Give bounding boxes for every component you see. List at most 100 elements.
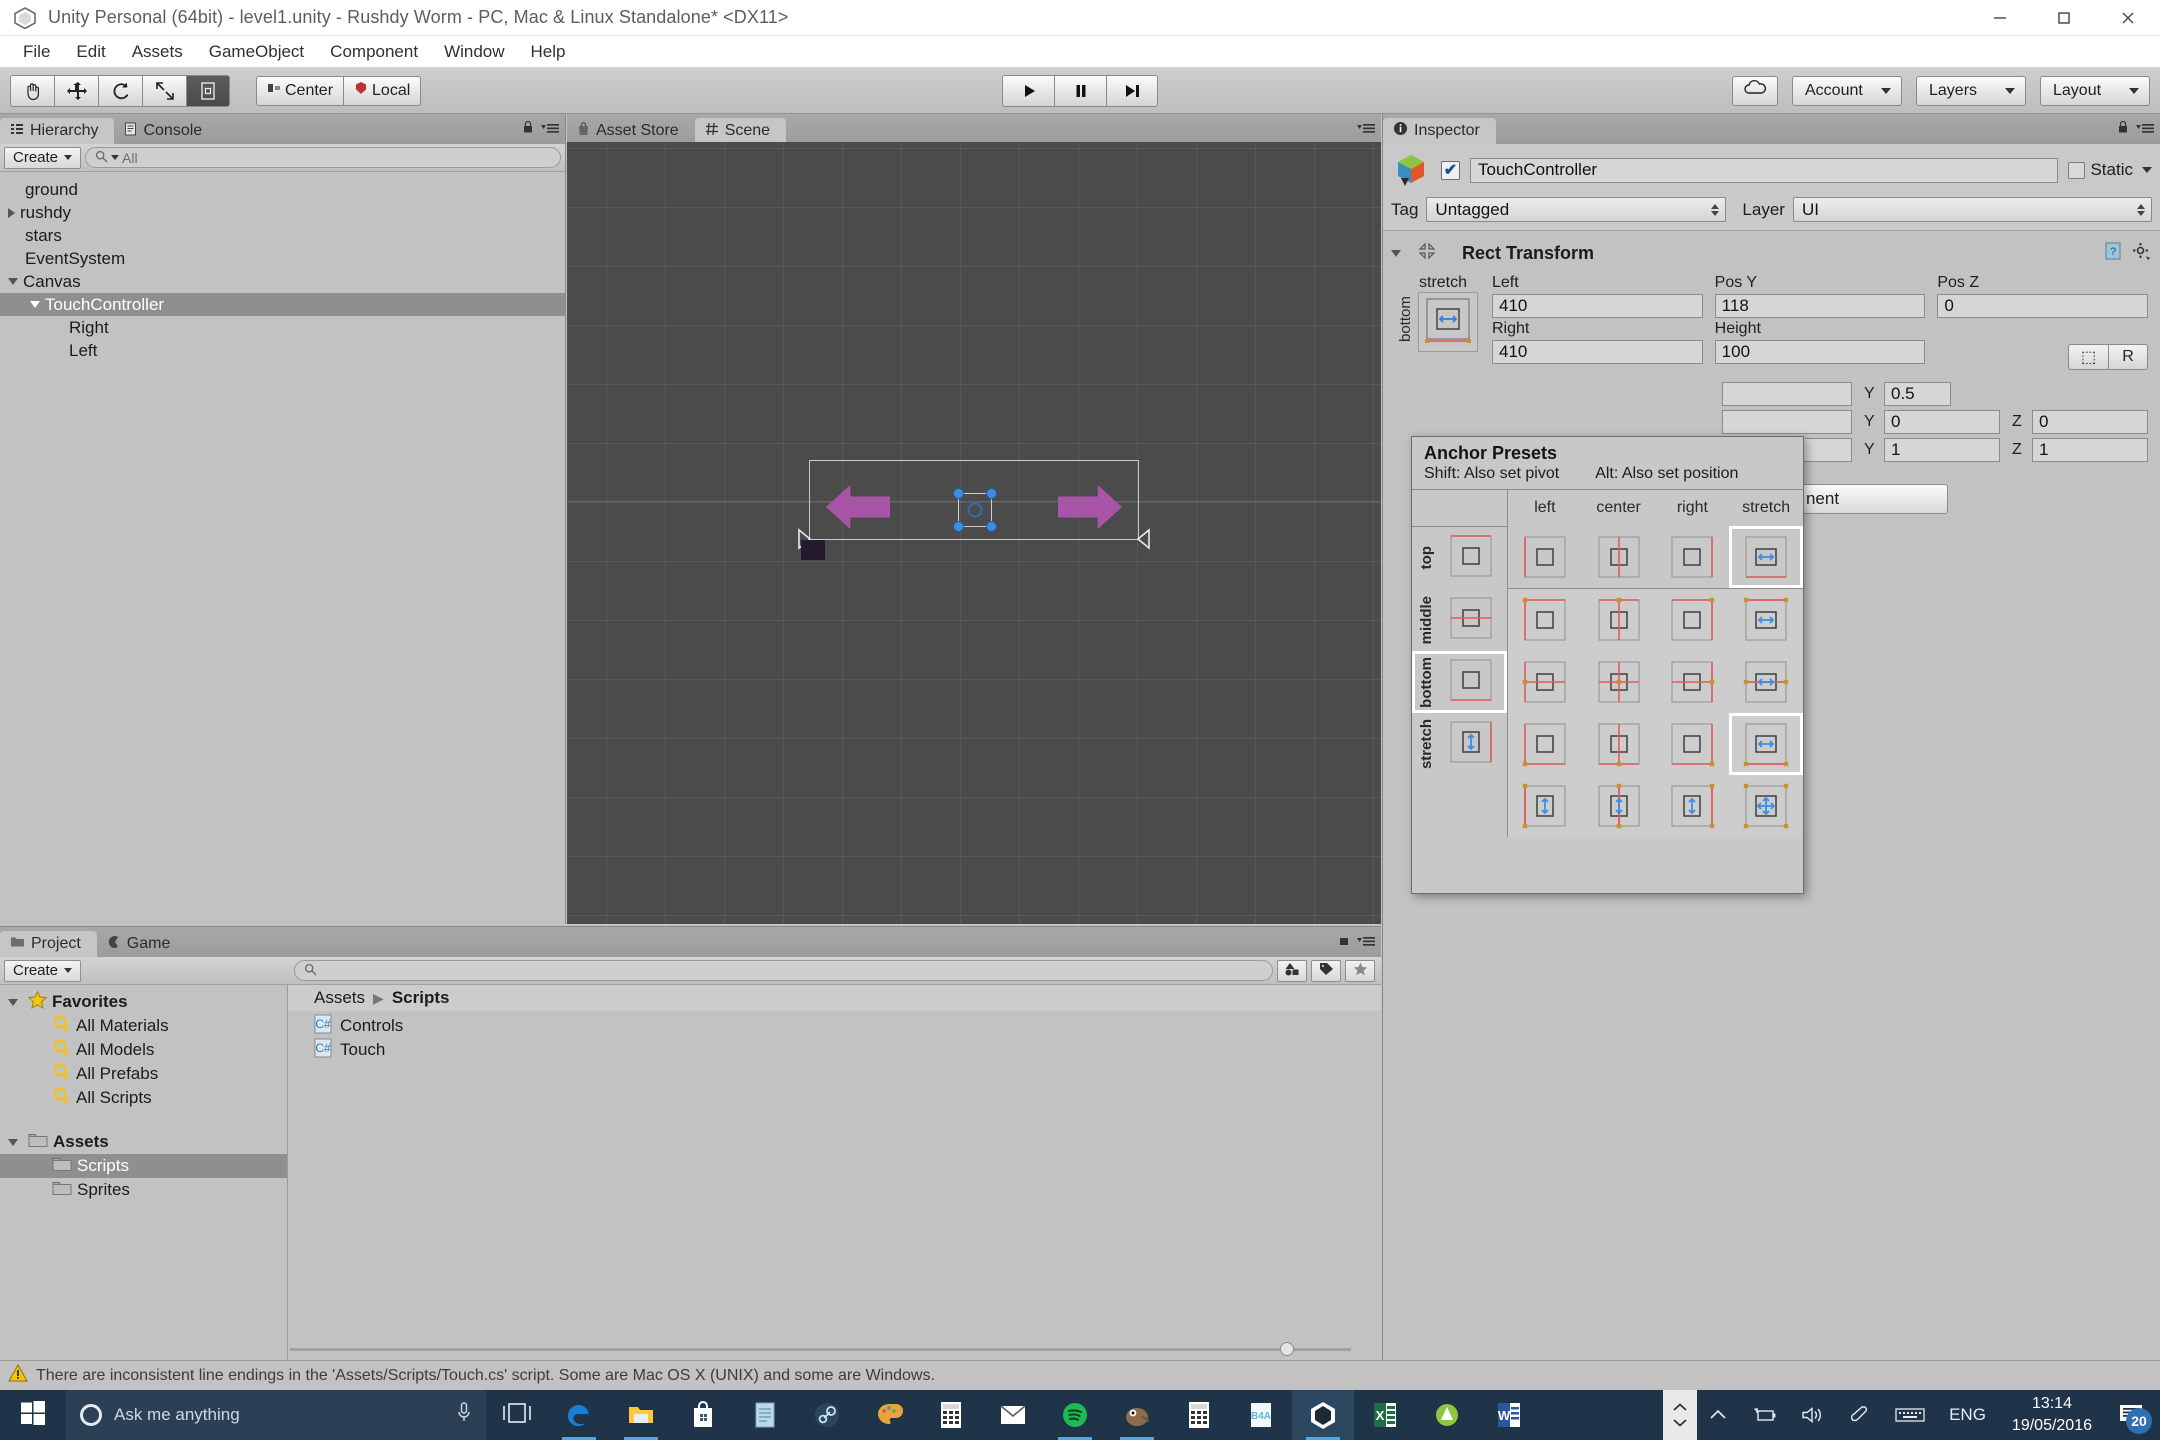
volume-icon[interactable] — [1789, 1390, 1837, 1440]
anchor-col-preset-stretch[interactable] — [1729, 526, 1803, 588]
taskbar-app-paint[interactable] — [858, 1390, 920, 1440]
panel-menu-icon[interactable] — [1357, 121, 1375, 139]
hierarchy-item-rushdy[interactable]: rushdy — [0, 201, 565, 224]
language-indicator[interactable]: ENG — [1937, 1390, 1998, 1440]
lock-icon[interactable] — [2117, 120, 2129, 139]
anchor-preset-top-stretch[interactable] — [1729, 589, 1803, 651]
hierarchy-item-right[interactable]: Right — [0, 316, 565, 339]
maximize-button[interactable] — [2032, 0, 2096, 36]
foldout-triangle-icon[interactable] — [8, 208, 15, 218]
move-tool-button[interactable] — [54, 75, 98, 107]
left-input[interactable]: 410 — [1492, 294, 1703, 318]
tab-project[interactable]: Project — [0, 931, 97, 957]
anchor-handle-bottom-left[interactable] — [797, 526, 823, 552]
tab-asset-store[interactable]: Asset Store — [567, 118, 695, 144]
pause-button[interactable] — [1054, 75, 1106, 107]
tab-console[interactable]: Console — [114, 118, 218, 144]
panel-menu-icon[interactable] — [2136, 121, 2154, 139]
project-tree-item-all-materials[interactable]: All Materials — [0, 1014, 287, 1038]
hierarchy-item-eventsystem[interactable]: EventSystem — [0, 247, 565, 270]
rotation-z-input[interactable]: 0 — [2032, 410, 2148, 434]
foldout-triangle-icon[interactable] — [30, 301, 40, 308]
layer-dropdown[interactable]: UI — [1793, 197, 2152, 222]
project-tree-item-sprites[interactable]: Sprites — [0, 1178, 287, 1202]
foldout-triangle-icon[interactable] — [8, 1139, 18, 1146]
filter-by-type-button[interactable] — [1277, 960, 1307, 982]
foldout-triangle-icon[interactable] — [8, 278, 18, 285]
anchor-preset-bottom-center[interactable] — [1582, 713, 1656, 775]
height-input[interactable]: 100 — [1715, 340, 1926, 364]
rect-selection-box[interactable] — [958, 493, 992, 527]
anchor-preset-top-left[interactable] — [1508, 589, 1582, 651]
taskbar-app-mail[interactable] — [982, 1390, 1044, 1440]
rotate-tool-button[interactable] — [98, 75, 142, 107]
project-tree-item-all-models[interactable]: All Models — [0, 1038, 287, 1062]
taskbar-app-word[interactable]: W — [1478, 1390, 1540, 1440]
taskbar-app-android-studio[interactable] — [1416, 1390, 1478, 1440]
rotation-y-input[interactable]: 0 — [1884, 410, 2000, 434]
resize-handle-bottom-right[interactable] — [986, 521, 997, 532]
anchor-preset-stretch-stretch[interactable] — [1729, 775, 1803, 837]
static-checkbox[interactable] — [2068, 162, 2085, 179]
scroll-arrows[interactable] — [1663, 1390, 1697, 1440]
project-tree-item-all-scripts[interactable]: All Scripts — [0, 1086, 287, 1110]
menu-gameobject[interactable]: GameObject — [196, 38, 317, 66]
rotation-x-input[interactable] — [1722, 410, 1852, 434]
minimize-button[interactable] — [1968, 0, 2032, 36]
hand-tool-button[interactable] — [10, 75, 54, 107]
anchor-handle-bottom-right[interactable] — [1125, 526, 1151, 552]
pivot-local-button[interactable]: Local — [343, 76, 421, 106]
taskbar-app-edge[interactable] — [548, 1390, 610, 1440]
foldout-triangle-icon[interactable] — [8, 999, 18, 1006]
step-button[interactable] — [1106, 75, 1158, 107]
hierarchy-search-input[interactable]: All — [85, 147, 561, 168]
posy-input[interactable]: 118 — [1715, 294, 1926, 318]
anchor-preset-button[interactable] — [1418, 292, 1478, 352]
scale-y-input[interactable]: 1 — [1884, 438, 2000, 462]
anchor-preset-bottom-right[interactable] — [1656, 713, 1730, 775]
menu-assets[interactable]: Assets — [119, 38, 196, 66]
anchor-preset-stretch-center[interactable] — [1582, 775, 1656, 837]
taskbar-app-unity[interactable] — [1292, 1390, 1354, 1440]
unity-status-bar[interactable]: There are inconsistent line endings in t… — [0, 1360, 2160, 1390]
start-button[interactable] — [0, 1390, 66, 1440]
panel-menu-icon[interactable] — [1357, 934, 1375, 952]
anchor-preset-top-center[interactable] — [1582, 589, 1656, 651]
raw-edit-mode-button[interactable]: R — [2108, 344, 2148, 370]
asset-item-controls[interactable]: C#Controls — [288, 1014, 1381, 1038]
show-hidden-icons-button[interactable] — [1697, 1390, 1739, 1440]
menu-edit[interactable]: Edit — [63, 38, 118, 66]
lock-icon[interactable] — [522, 120, 534, 139]
taskbar-app-excel[interactable]: X — [1354, 1390, 1416, 1440]
scene-viewport[interactable] — [567, 142, 1381, 924]
anchor-preset-bottom-stretch[interactable] — [1729, 713, 1803, 775]
resize-handle-top-right[interactable] — [986, 488, 997, 499]
gameobject-enabled-checkbox[interactable]: ✔ — [1441, 161, 1460, 180]
project-create-button[interactable]: Create — [4, 960, 81, 982]
hierarchy-create-button[interactable]: Create — [4, 147, 81, 169]
anchor-preset-middle-right[interactable] — [1656, 651, 1730, 713]
pivot-x-input[interactable] — [1722, 382, 1852, 406]
project-tree-item-scripts[interactable]: Scripts — [0, 1154, 287, 1178]
menu-help[interactable]: Help — [518, 38, 579, 66]
battery-icon[interactable] — [1739, 1390, 1789, 1440]
task-view-button[interactable] — [486, 1390, 548, 1440]
resize-handle-bottom-left[interactable] — [953, 521, 964, 532]
tab-scene[interactable]: Scene — [695, 118, 786, 144]
help-icon[interactable]: ? — [2103, 241, 2123, 266]
project-zoom-slider[interactable] — [290, 1342, 1351, 1356]
resize-handle-top-left[interactable] — [953, 488, 964, 499]
anchor-row-preset-stretch[interactable]: stretch — [1412, 713, 1507, 775]
hierarchy-item-ground[interactable]: ground — [0, 178, 565, 201]
anchor-preset-stretch-left[interactable] — [1508, 775, 1582, 837]
taskbar-app-gimp[interactable] — [1106, 1390, 1168, 1440]
menu-window[interactable]: Window — [431, 38, 517, 66]
left-arrow-sprite[interactable] — [826, 483, 890, 531]
taskbar-app-store[interactable] — [672, 1390, 734, 1440]
rect-tool-button[interactable] — [186, 75, 230, 107]
breadcrumb-scripts[interactable]: Scripts — [392, 988, 450, 1008]
anchor-preset-bottom-left[interactable] — [1508, 713, 1582, 775]
tab-hierarchy[interactable]: Hierarchy — [0, 118, 114, 144]
right-arrow-sprite[interactable] — [1058, 483, 1122, 531]
project-tree-item-favorites[interactable]: Favorites — [0, 990, 287, 1014]
